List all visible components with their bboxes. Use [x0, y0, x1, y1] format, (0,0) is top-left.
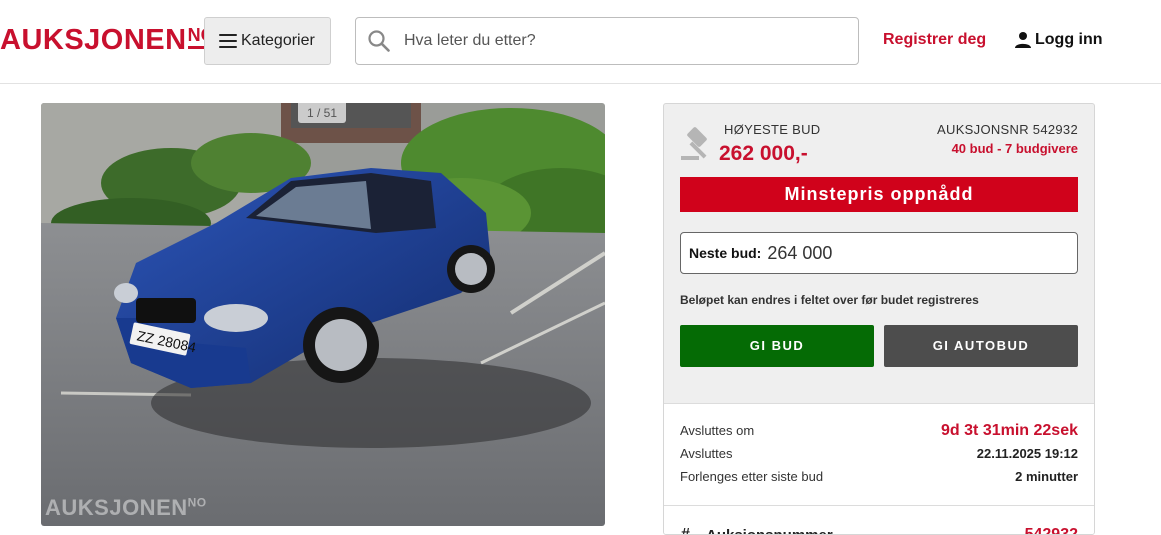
site-logo[interactable]: AUKSJONEN NO	[0, 22, 215, 58]
main-photo[interactable]: ZZ 28084	[41, 103, 605, 526]
next-bid-input[interactable]	[767, 242, 1068, 264]
hamburger-icon	[219, 34, 237, 48]
ends-row: Avsluttes 22.11.2025 19:12	[680, 446, 1078, 461]
auction-number-label: AUKSJONSNR 542932	[937, 122, 1078, 137]
gavel-icon	[681, 127, 707, 160]
auction-number-row-value: 542932	[1024, 526, 1078, 535]
auction-timing: Avsluttes om 9d 3t 31min 22sek Avsluttes…	[664, 403, 1094, 505]
next-bid-field[interactable]: Neste bud:	[680, 232, 1078, 274]
reserve-status-banner: Minstepris oppnådd	[680, 177, 1078, 212]
bids-summary: 40 bud - 7 budgivere	[951, 141, 1078, 156]
extend-row: Forlenges etter siste bud 2 minutter	[680, 469, 1078, 484]
extend-label: Forlenges etter siste bud	[680, 469, 824, 484]
login-link[interactable]: Logg inn	[1014, 31, 1103, 49]
ends-in-value: 9d 3t 31min 22sek	[941, 422, 1078, 439]
auction-number-row-label: Auksjonsnummer	[706, 527, 833, 534]
ends-label: Avsluttes	[680, 446, 733, 461]
search-icon	[356, 18, 402, 64]
next-bid-label: Neste bud:	[689, 245, 762, 261]
logo-text: AUKSJONEN	[0, 24, 187, 56]
register-link[interactable]: Registrer deg	[883, 31, 986, 49]
auction-number-row: # Auksjonsnummer 542932	[664, 505, 1094, 535]
ends-in-label: Avsluttes om	[680, 423, 755, 438]
photo-watermark: AUKSJONENNO	[45, 495, 207, 521]
hash-icon: #	[681, 526, 690, 535]
place-bid-button[interactable]: GI BUD	[680, 325, 874, 367]
bid-hint: Beløpet kan endres i feltet over før bud…	[680, 293, 979, 307]
extend-value: 2 minutter	[1015, 469, 1078, 484]
bid-panel: HØYESTE BUD 262 000,- AUKSJONSNR 542932 …	[663, 103, 1095, 535]
categories-label: Kategorier	[241, 32, 315, 49]
site-header: AUKSJONEN NO Kategorier Registrer deg Lo…	[0, 0, 1161, 84]
user-icon	[1015, 32, 1031, 48]
ends-value: 22.11.2025 19:12	[976, 446, 1078, 461]
image-counter: 1 / 51	[298, 103, 346, 123]
watermark-sup: NO	[187, 495, 207, 510]
search-box[interactable]	[355, 17, 859, 65]
highest-bid-value: 262 000,-	[719, 142, 808, 165]
watermark-text: AUKSJONEN	[45, 495, 188, 520]
ends-in-row: Avsluttes om 9d 3t 31min 22sek	[680, 422, 1078, 440]
categories-button[interactable]: Kategorier	[204, 17, 331, 65]
login-label: Logg inn	[1035, 31, 1103, 48]
search-input[interactable]	[402, 19, 858, 63]
autobid-button[interactable]: GI AUTOBUD	[884, 325, 1078, 367]
highest-bid-label: HØYESTE BUD	[724, 122, 821, 137]
